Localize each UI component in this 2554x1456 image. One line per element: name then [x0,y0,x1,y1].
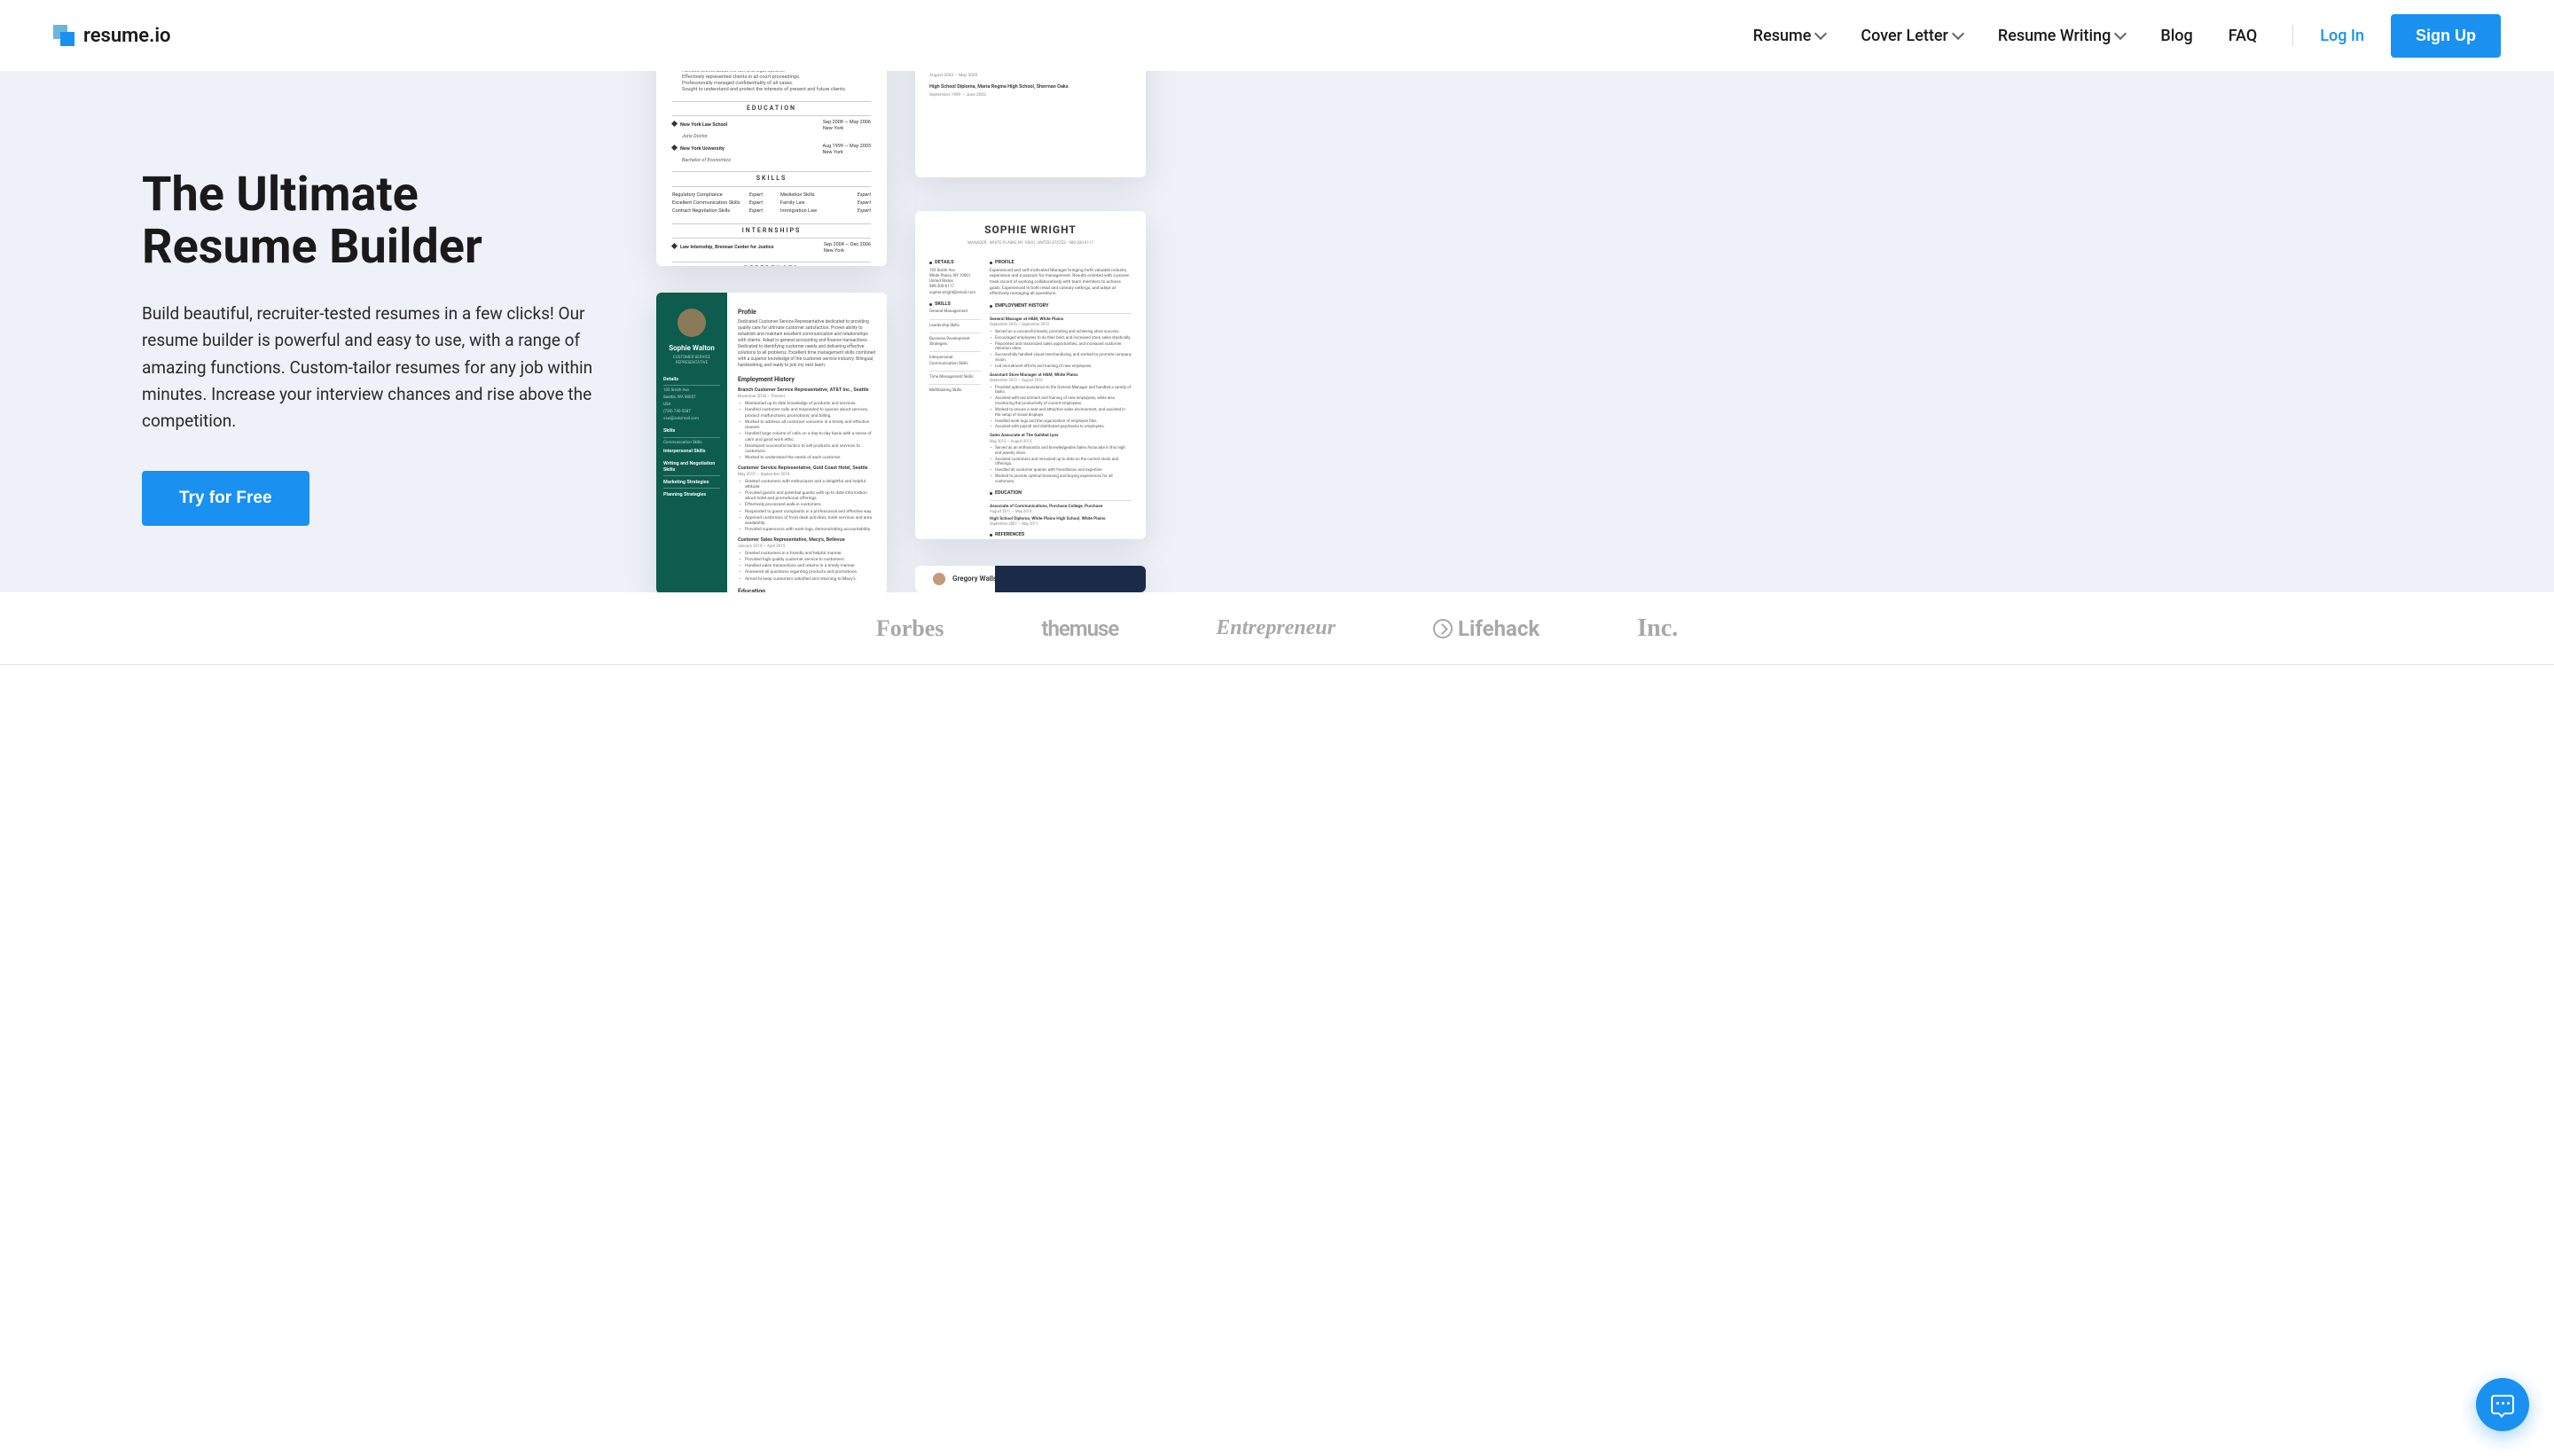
hero-body: Build beautiful, recruiter-tested resume… [142,301,603,435]
logo[interactable]: resume.io [53,25,171,47]
chevron-down-icon [1952,27,1964,40]
resume-previews: Analyzed law in relation to the situatio… [656,71,2554,592]
press-themuse: themuse [1041,616,1118,641]
chevron-down-icon [2114,27,2127,40]
login-link[interactable]: Log In [2320,27,2364,45]
resume-preview-1: Analyzed law in relation to the situatio… [656,71,887,266]
press-lifehack: Lifehack [1433,616,1539,641]
resume-preview-4: SOPHIE WRIGHT MANAGER · WHITE PLAINS, NY… [915,211,1146,539]
logo-text: resume.io [83,25,171,47]
main-nav: Resume Cover Letter Resume Writing Blog … [1753,14,2501,58]
divider [2292,25,2293,46]
resume-preview-5: Gregory Walls [915,566,1146,592]
press-forbes: Forbes [876,615,944,642]
resume-preview-3: Answered phone calls, greeted clients, a… [915,71,1146,177]
signup-button[interactable]: Sign Up [2391,14,2501,58]
header: resume.io Resume Cover Letter Resume Wri… [0,0,2554,71]
logo-icon [53,25,74,46]
chat-widget-button[interactable] [2476,1378,2529,1431]
lifehack-icon [1433,619,1453,638]
avatar [933,573,945,585]
nav-cover-letter[interactable]: Cover Letter [1861,27,1962,45]
avatar [678,309,706,337]
press-bar: Forbes themuse Entrepreneur Lifehack Inc… [0,592,2554,665]
hero-title: The Ultimate Resume Builder [142,168,603,274]
hero-section: The Ultimate Resume Builder Build beauti… [0,71,2554,592]
try-for-free-button[interactable]: Try for Free [142,471,309,526]
nav-faq[interactable]: FAQ [2229,27,2258,45]
chevron-down-icon [1814,27,1827,40]
resume-preview-2: Sophie Walton CUSTOMER SERVICE REPRESENT… [656,293,887,592]
chat-icon [2491,1395,2514,1414]
nav-resume-writing[interactable]: Resume Writing [1998,27,2125,45]
press-inc: Inc. [1637,614,1678,643]
nav-resume[interactable]: Resume [1753,27,1826,45]
nav-blog[interactable]: Blog [2160,27,2192,45]
press-entrepreneur: Entrepreneur [1216,616,1336,640]
